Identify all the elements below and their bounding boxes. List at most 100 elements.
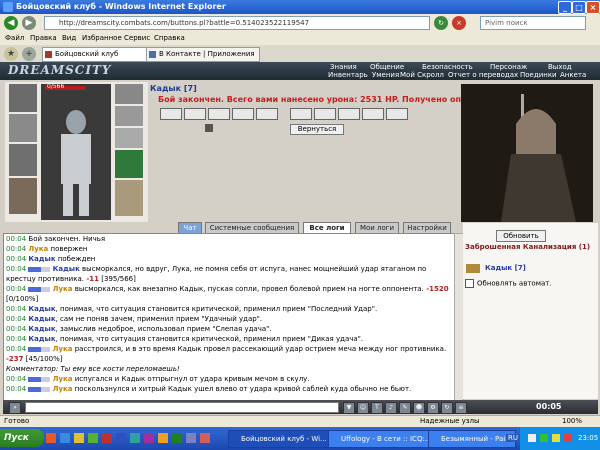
add-favorite-icon[interactable]: + xyxy=(22,47,36,61)
nav-character[interactable]: Персонаж xyxy=(490,63,527,71)
tray-icon[interactable] xyxy=(564,434,572,442)
log-player-name[interactable]: Кадык xyxy=(53,265,80,273)
belt-slot[interactable] xyxy=(115,128,143,148)
menu-file[interactable]: Файл xyxy=(5,34,24,42)
opponent-portrait xyxy=(461,84,593,222)
quick-launch-icon[interactable] xyxy=(102,433,112,443)
log-player-name[interactable]: Кадык xyxy=(28,325,55,333)
log-player-name[interactable]: Лука xyxy=(53,385,73,393)
log-player-name[interactable]: Лука xyxy=(28,245,48,253)
helmet-slot[interactable] xyxy=(9,84,37,112)
menu-view[interactable]: Вид xyxy=(62,34,76,42)
search-input[interactable]: Pivim поиск xyxy=(480,16,586,30)
quick-launch-icon[interactable] xyxy=(186,433,196,443)
log-player-name[interactable]: Кадык xyxy=(28,335,55,343)
nav-battles[interactable]: Поединки xyxy=(520,71,557,79)
start-button[interactable]: Пуск xyxy=(0,429,44,447)
tab-combats[interactable]: Бойцовский клуб xyxy=(42,47,154,62)
tab-all-logs[interactable]: Все логи xyxy=(303,222,351,233)
nav-knowledge[interactable]: Знания xyxy=(330,63,357,71)
quick-launch-icon[interactable] xyxy=(88,433,98,443)
nav-transfers[interactable]: Отчет о переводах xyxy=(448,71,518,79)
quick-launch-icon[interactable] xyxy=(74,433,84,443)
quick-launch-icon[interactable] xyxy=(200,433,210,443)
quick-launch-icon[interactable] xyxy=(60,433,70,443)
quick-launch-icon[interactable] xyxy=(144,433,154,443)
tab-system-messages[interactable]: Системные сообщения xyxy=(205,222,299,233)
clear-icon[interactable]: ✎ xyxy=(399,402,411,414)
zoom-level[interactable]: 100% xyxy=(562,417,582,425)
log-player-name[interactable]: Кадык xyxy=(28,305,55,313)
tray-icon[interactable] xyxy=(552,434,560,442)
favorites-star-icon[interactable]: ★ xyxy=(4,47,18,61)
person-icon[interactable]: ☺ xyxy=(357,402,369,414)
text-icon[interactable]: T xyxy=(371,402,383,414)
nav-inventory[interactable]: Инвентарь xyxy=(328,71,368,79)
ring-slot[interactable] xyxy=(115,84,143,104)
quick-launch-icon[interactable] xyxy=(46,433,56,443)
nav-skills[interactable]: Умения xyxy=(372,71,399,79)
log-tabs: Чат Системные сообщения Все логи Мои лог… xyxy=(175,222,460,233)
close-button[interactable]: × xyxy=(586,1,600,14)
chat-mode-icon[interactable]: » xyxy=(9,402,21,414)
tray-icon[interactable] xyxy=(528,434,536,442)
tool-icon[interactable]: ⚙ xyxy=(427,402,439,414)
history-icon[interactable]: ≡ xyxy=(455,402,467,414)
back-icon[interactable]: ◀ xyxy=(4,16,18,30)
maximize-button[interactable]: □ xyxy=(572,1,586,14)
task-combats[interactable]: Бойцовский клуб - Wi... xyxy=(228,430,338,448)
weapon-slot[interactable] xyxy=(9,144,37,176)
task-paint[interactable]: Безымянный - Paint xyxy=(428,430,516,448)
log-player-name[interactable]: Лука xyxy=(53,285,73,293)
log-player-name[interactable]: Кадык xyxy=(28,315,55,323)
gloves-slot[interactable] xyxy=(115,106,143,126)
smile-icon[interactable]: ☻ xyxy=(413,402,425,414)
nav-my-scroll[interactable]: Мой Скролл xyxy=(400,71,444,79)
boots-slot[interactable] xyxy=(115,180,143,216)
tray-icon[interactable] xyxy=(540,434,548,442)
character-nick[interactable]: Кадык [7] xyxy=(150,84,197,93)
url-input[interactable]: http://dreamscity.combats.com/buttons.pl… xyxy=(44,16,430,30)
log-line: 00:04 Кадык, сам не поняв зачем, примени… xyxy=(4,314,454,324)
tab-settings[interactable]: Настройки xyxy=(403,222,451,233)
tab-vkontakte[interactable]: В Контакте | Приложения xyxy=(146,47,260,62)
body-slot[interactable] xyxy=(9,178,37,214)
nav-profile[interactable]: Анкета xyxy=(560,71,586,79)
sound-icon[interactable]: ♪ xyxy=(385,402,397,414)
refresh-button[interactable]: Обновить xyxy=(496,230,546,242)
shield-slot[interactable] xyxy=(115,150,143,178)
return-button[interactable]: Вернуться xyxy=(290,124,344,135)
language-indicator[interactable]: RU xyxy=(506,434,520,442)
tab-chat[interactable]: Чат xyxy=(178,222,202,233)
refresh-icon[interactable]: ↻ xyxy=(434,16,448,30)
status-text: Готово xyxy=(4,417,30,425)
menu-help[interactable]: Справка xyxy=(154,34,185,42)
quick-launch-icon[interactable] xyxy=(158,433,168,443)
quick-launch-icon[interactable] xyxy=(116,433,126,443)
quick-launch-icon[interactable] xyxy=(172,433,182,443)
task-icq[interactable]: Uffology - В сети :: ICQ:... xyxy=(328,430,438,448)
online-user[interactable]: Кадык [7] xyxy=(485,264,526,272)
menu-favorites[interactable]: Избранное xyxy=(82,34,122,42)
log-player-name[interactable]: Лука xyxy=(53,345,73,353)
log-text: поскользнулся и хитрый Кадык ушел влево … xyxy=(72,385,412,393)
auto-refresh-checkbox[interactable] xyxy=(465,279,474,288)
tab-my-logs[interactable]: Мои логи xyxy=(355,222,399,233)
nav-exit[interactable]: Выход xyxy=(548,63,572,71)
stop-icon[interactable]: × xyxy=(452,16,466,30)
menu-tools[interactable]: Сервис xyxy=(124,34,150,42)
nav-security[interactable]: Безопасность xyxy=(422,63,473,71)
nav-communication[interactable]: Общение xyxy=(370,63,404,71)
log-player-name[interactable]: Лука xyxy=(53,375,73,383)
filter-icon[interactable]: ▼ xyxy=(343,402,355,414)
vk-icon xyxy=(149,51,156,58)
log-player-name[interactable]: Кадык xyxy=(28,255,55,263)
refresh-chat-icon[interactable]: ↻ xyxy=(441,402,453,414)
forward-icon[interactable]: ▶ xyxy=(22,16,36,30)
chat-input[interactable] xyxy=(25,402,339,413)
minimize-button[interactable]: _ xyxy=(558,1,572,14)
quick-launch-icon[interactable] xyxy=(130,433,140,443)
auto-refresh[interactable]: Обновлять автомат. xyxy=(465,279,552,288)
armor-slot[interactable] xyxy=(9,114,37,142)
menu-edit[interactable]: Правка xyxy=(30,34,57,42)
